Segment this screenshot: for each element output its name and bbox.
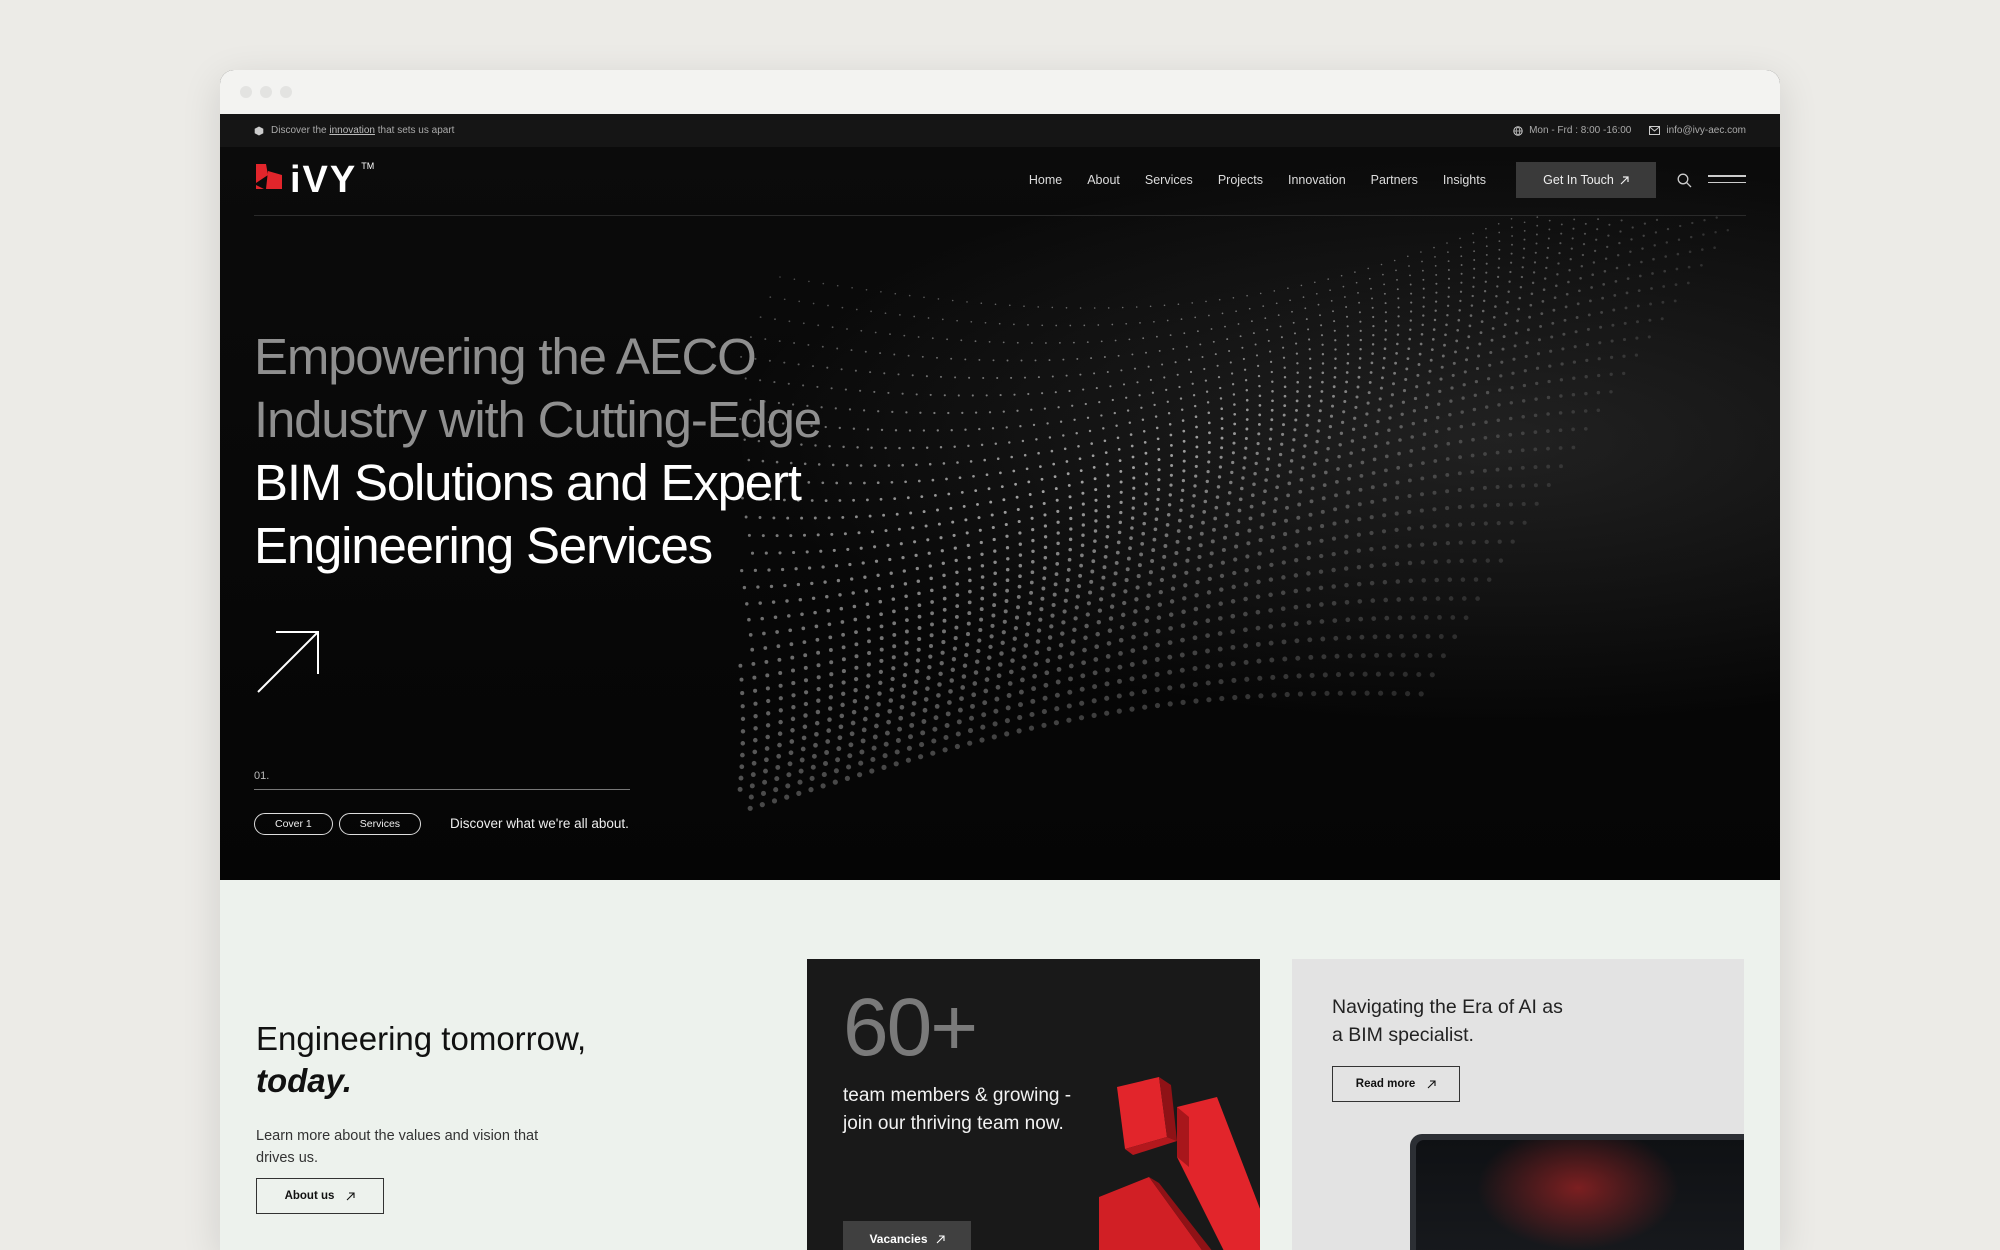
main-navigation: iVY TM Home About Services Projects Inno… bbox=[254, 147, 1746, 216]
intro-title: Engineering tomorrow, today. bbox=[256, 1018, 586, 1102]
announcement: Discover the innovation that sets us apa… bbox=[254, 125, 454, 136]
intro-section: Engineering tomorrow, today. Learn more … bbox=[220, 880, 1780, 1250]
innovation-link[interactable]: innovation bbox=[329, 125, 375, 136]
top-info-bar: Discover the innovation that sets us apa… bbox=[220, 114, 1780, 147]
mail-icon bbox=[1649, 126, 1661, 135]
ai-article-card[interactable]: Navigating the Era of AI as a BIM specia… bbox=[1292, 959, 1744, 1250]
nav-insights[interactable]: Insights bbox=[1443, 173, 1486, 187]
email-info[interactable]: info@ivy-aec.com bbox=[1649, 125, 1746, 136]
logo-wordmark: iVY bbox=[290, 159, 358, 201]
email-link[interactable]: info@ivy-aec.com bbox=[1666, 125, 1746, 136]
announcement-prefix: Discover the bbox=[271, 125, 327, 136]
nav-home[interactable]: Home bbox=[1029, 173, 1062, 187]
logo-trademark: TM bbox=[361, 161, 375, 171]
headline-line-3: BIM Solutions and Expert bbox=[254, 454, 802, 511]
slide-progress-line bbox=[254, 789, 630, 790]
chip-cover-1[interactable]: Cover 1 bbox=[254, 813, 333, 835]
nav-partners[interactable]: Partners bbox=[1371, 173, 1418, 187]
team-stat: 60+ bbox=[843, 982, 978, 1073]
logo[interactable]: iVY TM bbox=[254, 161, 374, 199]
ai-article-title: Navigating the Era of AI as a BIM specia… bbox=[1332, 996, 1563, 1046]
arrow-up-right-icon bbox=[936, 1234, 945, 1243]
team-card: 60+ team members & growing - join our th… bbox=[807, 959, 1260, 1250]
nav-projects[interactable]: Projects bbox=[1218, 173, 1263, 187]
read-more-label: Read more bbox=[1355, 1078, 1416, 1090]
search-icon[interactable] bbox=[1677, 173, 1692, 188]
slide-number: 01. bbox=[254, 770, 270, 782]
arrow-up-right-icon bbox=[1427, 1079, 1436, 1088]
slide-chips: Cover 1 Services bbox=[254, 813, 422, 835]
large-arrow-up-right-icon[interactable] bbox=[256, 630, 320, 694]
window-close-dot[interactable] bbox=[240, 86, 252, 98]
hours-info: Mon - Frd : 8:00 -16:00 bbox=[1513, 125, 1631, 136]
globe-icon bbox=[1513, 125, 1523, 136]
intro-description: Learn more about the values and vision t… bbox=[256, 1128, 539, 1166]
chip-services[interactable]: Services bbox=[338, 813, 422, 835]
window-chrome bbox=[220, 70, 1780, 114]
cube-icon bbox=[254, 126, 264, 135]
hero-section: iVY TM Home About Services Projects Inno… bbox=[220, 147, 1780, 880]
team-stat-text: team members & growing - join our thrivi… bbox=[843, 1085, 1072, 1134]
nav-services[interactable]: Services bbox=[1145, 173, 1193, 187]
nav-menu: Home About Services Projects Innovation … bbox=[1029, 173, 1486, 187]
arrow-up-right-icon bbox=[347, 1191, 355, 1200]
nav-innovation[interactable]: Innovation bbox=[1288, 173, 1346, 187]
intro-title-emphasis: today. bbox=[256, 1062, 352, 1099]
red-3d-blocks-graphic bbox=[1099, 1077, 1260, 1250]
headline-line-2: Industry with Cutting-Edge bbox=[254, 391, 822, 448]
window-maximize-dot[interactable] bbox=[280, 86, 292, 98]
get-in-touch-button[interactable]: Get In Touch bbox=[1516, 162, 1656, 198]
announcement-suffix: that sets us apart bbox=[377, 125, 455, 136]
ivy-logo-mark-icon bbox=[256, 164, 282, 189]
headline-line-4: Engineering Services bbox=[254, 517, 713, 574]
hero-headline: Empowering the AECO Industry with Cuttin… bbox=[254, 325, 954, 577]
get-in-touch-label: Get In Touch bbox=[1543, 173, 1614, 187]
headline-line-1: Empowering the AECO bbox=[254, 328, 757, 385]
intro-title-line: Engineering tomorrow, bbox=[256, 1020, 587, 1057]
about-us-label: About us bbox=[284, 1190, 335, 1202]
nav-about[interactable]: About bbox=[1087, 173, 1120, 187]
window-minimize-dot[interactable] bbox=[260, 86, 272, 98]
vacancies-button[interactable]: Vacancies bbox=[843, 1221, 971, 1250]
hours-text: Mon - Frd : 8:00 -16:00 bbox=[1529, 125, 1632, 136]
read-more-button[interactable]: Read more bbox=[1332, 1066, 1460, 1102]
hamburger-menu-icon[interactable] bbox=[1708, 175, 1746, 188]
vacancies-label: Vacancies bbox=[869, 1232, 928, 1246]
arrow-up-right-icon bbox=[1620, 175, 1629, 184]
tablet-device-image bbox=[1410, 1134, 1744, 1250]
city-render-screen bbox=[1416, 1140, 1744, 1250]
browser-window: Discover the innovation that sets us apa… bbox=[220, 70, 1780, 1250]
discover-text: Discover what we're all about. bbox=[450, 816, 629, 831]
about-us-button[interactable]: About us bbox=[256, 1178, 384, 1214]
